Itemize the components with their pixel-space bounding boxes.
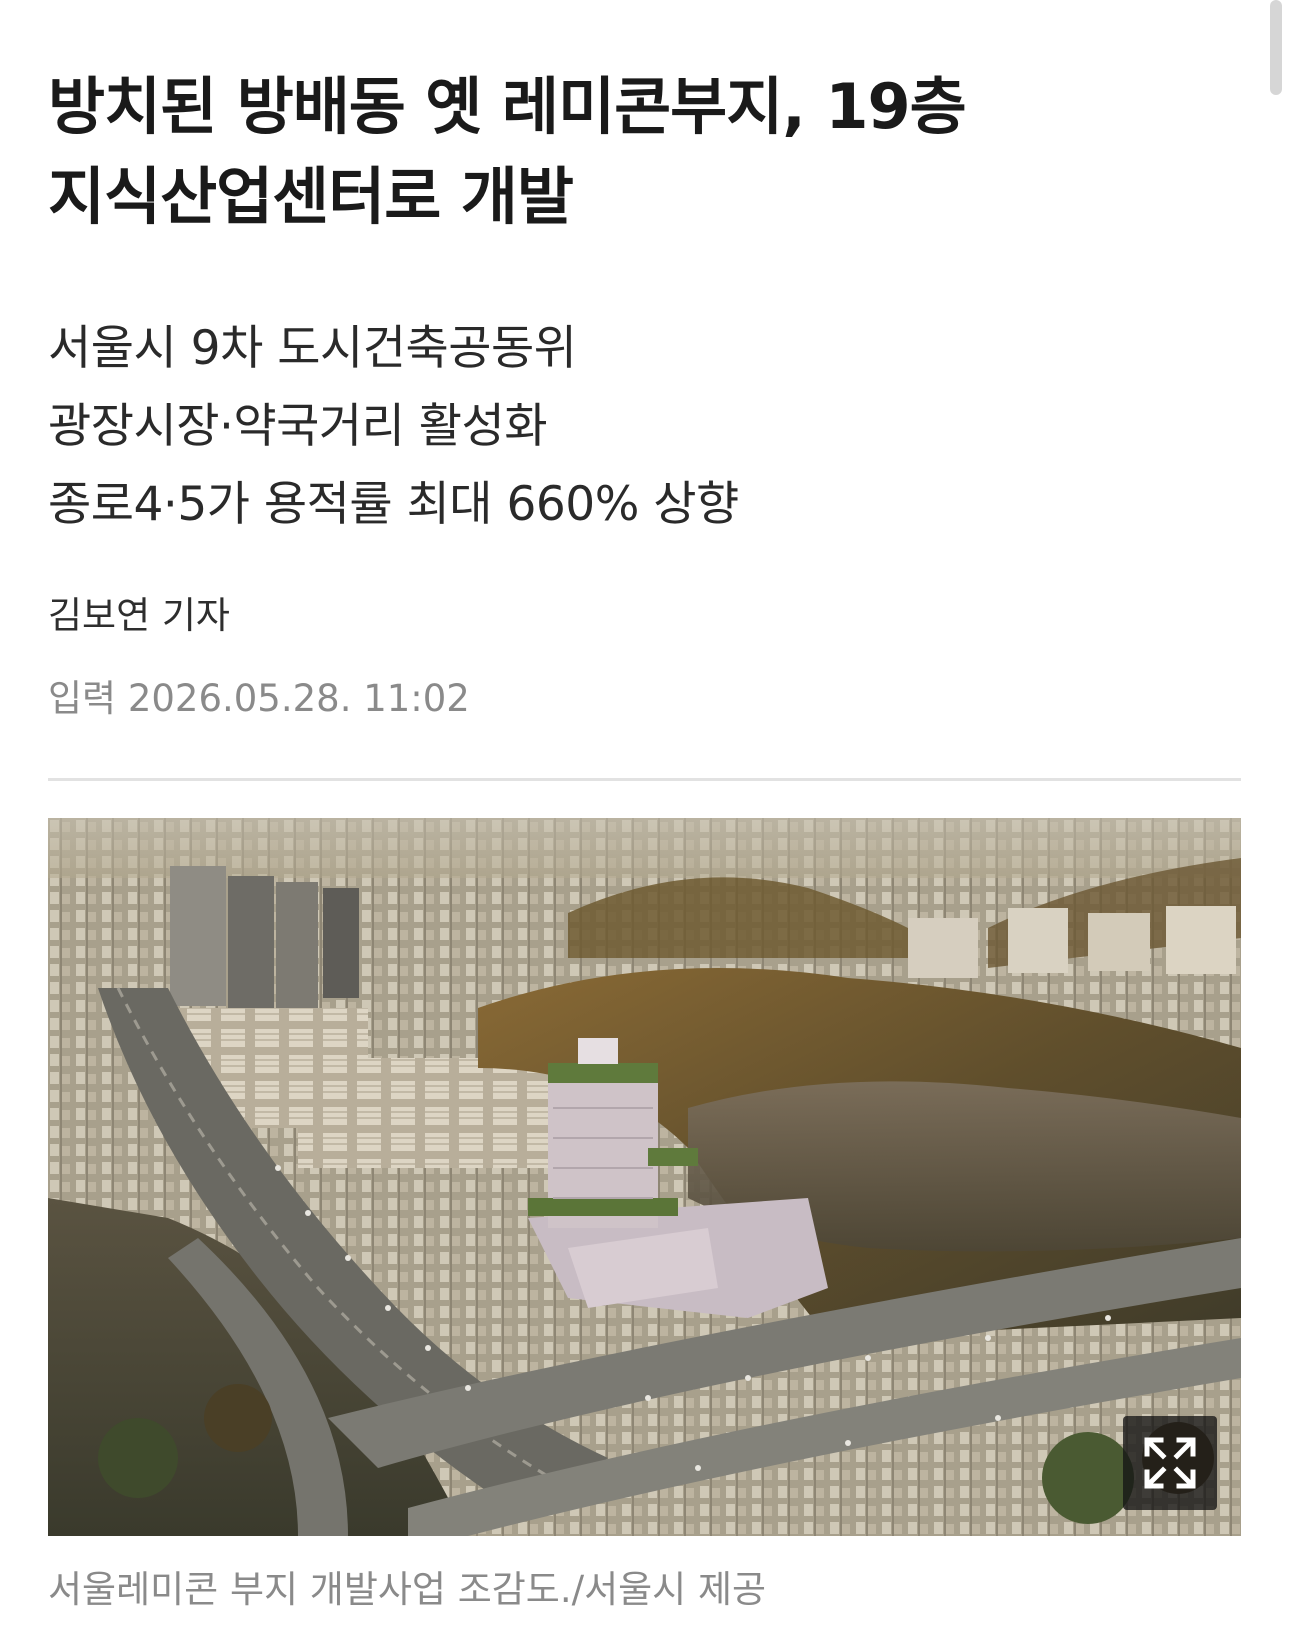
expand-photo-button[interactable] <box>1123 1416 1217 1510</box>
page-scrollbar[interactable] <box>1270 0 1282 95</box>
article-photo[interactable] <box>48 818 1241 1536</box>
article-subheads: 서울시 9차 도시건축공동위 광장시장·약국거리 활성화 종로4·5가 용적률 … <box>48 310 1238 544</box>
subhead-line-2: 광장시장·약국거리 활성화 <box>48 399 548 454</box>
reporter-byline[interactable]: 김보연 기자 <box>48 592 230 640</box>
headline-line-2: 지식산업센터로 개발 <box>48 160 574 233</box>
photo-caption: 서울레미콘 부지 개발사업 조감도./서울시 제공 <box>48 1568 767 1611</box>
subhead-line-1: 서울시 9차 도시건축공동위 <box>48 321 577 376</box>
expand-arrows-icon <box>1144 1437 1196 1489</box>
header-divider <box>48 778 1241 781</box>
subhead-line-3: 종로4·5가 용적률 최대 660% 상향 <box>48 477 739 532</box>
headline-line-1: 방치된 방배동 옛 레미콘부지, 19층 <box>48 70 967 143</box>
aerial-rendering-image <box>48 818 1241 1536</box>
article-headline: 방치된 방배동 옛 레미콘부지, 19층 지식산업센터로 개발 <box>48 62 1238 242</box>
publish-date: 입력 2026.05.28. 11:02 <box>48 677 470 720</box>
